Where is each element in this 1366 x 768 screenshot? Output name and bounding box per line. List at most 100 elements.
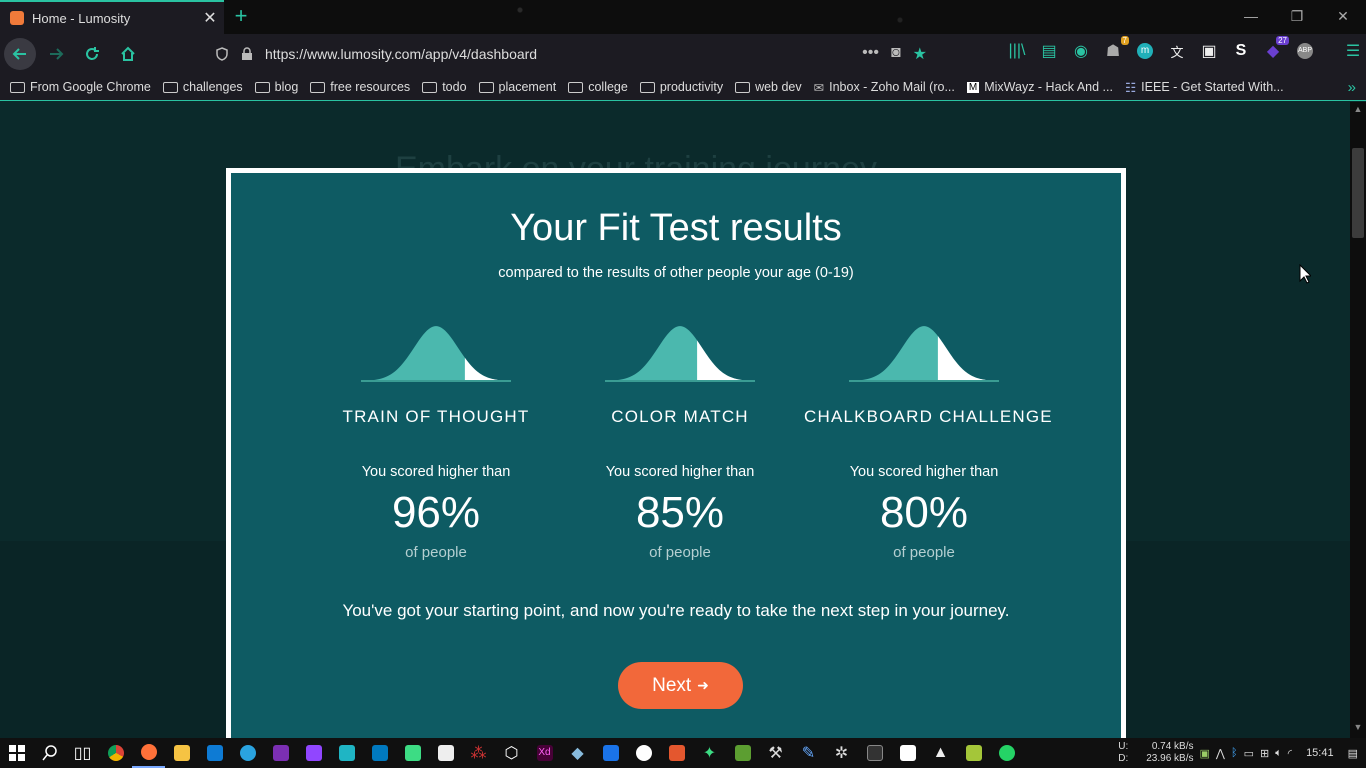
upload-speed: 0.74 kB/s xyxy=(1151,741,1194,752)
mercury-extension-icon[interactable]: m xyxy=(1133,39,1157,63)
file-explorer-icon[interactable] xyxy=(165,738,198,768)
chevron-double-right-icon[interactable]: » xyxy=(1348,79,1356,96)
folder-icon xyxy=(254,81,270,93)
app-teal-icon[interactable] xyxy=(330,738,363,768)
ghostery-icon[interactable]: ☗ 7 xyxy=(1101,36,1129,63)
scroll-thumb[interactable] xyxy=(1352,148,1364,238)
bookmark-free-resources[interactable]: free resources xyxy=(310,80,410,94)
minimize-button[interactable]: — xyxy=(1228,0,1274,32)
bookmark-placement[interactable]: placement xyxy=(478,80,556,94)
menu-hamburger-icon[interactable]: ☰ xyxy=(1341,39,1365,63)
account-icon[interactable]: ◉ xyxy=(1069,39,1093,63)
telegram-icon[interactable] xyxy=(231,738,264,768)
onenote-icon[interactable] xyxy=(264,738,297,768)
library-icon[interactable]: |||\ xyxy=(1005,39,1029,63)
bookmark-label: free resources xyxy=(330,80,411,94)
address-bar[interactable]: https://www.lumosity.com/app/v4/dashboar… xyxy=(205,39,935,69)
app-blue-icon[interactable] xyxy=(594,738,627,768)
bookmark-productivity[interactable]: productivity xyxy=(639,80,723,94)
app-dots-icon[interactable]: ⁂ xyxy=(462,738,495,768)
percentile-value: 80% xyxy=(879,488,969,537)
app-u-icon[interactable] xyxy=(891,738,924,768)
sidebar-icon[interactable]: ▤ xyxy=(1037,39,1061,63)
app-triangle-icon[interactable]: ▲ xyxy=(924,738,957,768)
tray-chevron-icon[interactable]: ⋀ xyxy=(1216,747,1225,760)
whatsapp-icon[interactable] xyxy=(990,738,1023,768)
lock-icon[interactable] xyxy=(241,47,253,61)
notifications-icon[interactable]: ▤ xyxy=(1348,747,1358,760)
vscode-icon[interactable] xyxy=(198,738,231,768)
windows-security-icon[interactable]: ⊞ xyxy=(1260,747,1269,760)
close-window-button[interactable]: ✕ xyxy=(1320,0,1366,32)
bookmark-challenges[interactable]: challenges xyxy=(162,80,243,94)
bell-curve-icon xyxy=(361,326,511,382)
mixwayz-icon: M xyxy=(966,81,980,93)
adblock-plus-icon[interactable]: ABP xyxy=(1293,39,1317,63)
tray-app-icon[interactable]: ▣ xyxy=(1200,747,1210,760)
app-bug-icon[interactable]: ✲ xyxy=(825,738,858,768)
zoho-mail-icon: ✉ xyxy=(813,80,825,95)
trello-icon[interactable] xyxy=(363,738,396,768)
app-white-icon[interactable] xyxy=(429,738,462,768)
bookmark-blog[interactable]: blog xyxy=(254,80,299,94)
gem-extension-icon[interactable]: ◆ 27 xyxy=(1261,36,1289,63)
volume-icon[interactable]: 🔈︎ xyxy=(1275,747,1282,760)
terminal-icon[interactable] xyxy=(858,738,891,768)
bookmark-star-icon[interactable]: ★ xyxy=(913,44,927,64)
restore-button[interactable]: ❐ xyxy=(1274,0,1320,32)
bookmark-college[interactable]: college xyxy=(568,80,628,94)
chrome-icon[interactable] xyxy=(99,738,132,768)
result-column-chalkboard-challenge: CHALKBOARD CHALLENGE You scored higher t… xyxy=(804,325,1052,561)
bookmark-todo[interactable]: todo xyxy=(422,80,467,94)
scroll-down-icon[interactable]: ▼ xyxy=(1350,722,1366,736)
search-icon[interactable] xyxy=(33,738,66,768)
pocket-icon[interactable]: ◙ xyxy=(891,44,901,64)
s-extension-icon[interactable]: S xyxy=(1229,39,1253,63)
screenshot-icon[interactable]: ▣ xyxy=(1197,39,1221,63)
app-eye-icon[interactable]: ◆ xyxy=(561,738,594,768)
new-tab-button[interactable]: + xyxy=(230,5,252,27)
of-people-label: of people xyxy=(405,544,467,561)
translate-icon[interactable]: 文 xyxy=(1165,39,1189,63)
adobe-xd-icon[interactable]: Xd xyxy=(528,738,561,768)
bookmark-label: web dev xyxy=(755,80,802,94)
clock[interactable]: 15:41 xyxy=(1306,747,1334,759)
scroll-up-icon[interactable]: ▲ xyxy=(1350,104,1366,118)
battery-icon[interactable]: ▭ xyxy=(1244,747,1254,760)
android-studio-icon[interactable] xyxy=(396,738,429,768)
more-actions-icon[interactable]: ••• xyxy=(862,44,879,64)
bluetooth-icon[interactable]: ᛒ xyxy=(1231,747,1238,759)
active-tab[interactable]: Home - Lumosity ✕ xyxy=(0,0,224,34)
bookmark-zoho-mail[interactable]: ✉ Inbox - Zoho Mail (ro... xyxy=(814,80,955,95)
shield-icon[interactable] xyxy=(215,47,229,61)
folder-icon xyxy=(735,81,751,93)
virtualbox-icon[interactable]: ⬡ xyxy=(495,738,528,768)
firefox-icon[interactable] xyxy=(132,738,165,768)
app-orange-icon[interactable] xyxy=(660,738,693,768)
back-button[interactable] xyxy=(4,38,36,70)
next-button[interactable]: Next ➜ xyxy=(618,662,743,709)
bookmark-mixwayz[interactable]: M MixWayz - Hack And ... xyxy=(966,80,1113,94)
app-wrench-icon[interactable]: ✎ xyxy=(792,738,825,768)
arrow-right-icon xyxy=(50,48,64,60)
close-tab-icon[interactable]: ✕ xyxy=(196,8,224,28)
bookmark-from-google-chrome[interactable]: From Google Chrome xyxy=(10,80,151,94)
task-view-icon[interactable]: ▯▯ xyxy=(66,738,99,768)
app-green-bolt-icon[interactable]: ✦ xyxy=(693,738,726,768)
home-button[interactable] xyxy=(112,38,144,70)
network-speed: 0.74 kB/s 23.96 kB/s xyxy=(1146,741,1193,765)
windows-start-icon[interactable] xyxy=(0,738,33,768)
twitch-icon[interactable] xyxy=(297,738,330,768)
app-grid-icon[interactable] xyxy=(726,738,759,768)
page-scrollbar[interactable]: ▲ ▼ xyxy=(1350,102,1366,738)
app-lime-icon[interactable] xyxy=(957,738,990,768)
bookmark-ieee[interactable]: ☷ IEEE - Get Started With... xyxy=(1125,80,1284,95)
app-ball-icon[interactable] xyxy=(627,738,660,768)
wifi-icon[interactable]: ◜ xyxy=(1288,747,1292,760)
bookmark-label: blog xyxy=(274,80,299,94)
reload-button[interactable] xyxy=(76,38,108,70)
bookmark-web-dev[interactable]: web dev xyxy=(735,80,802,94)
bookmark-label: MixWayz - Hack And ... xyxy=(984,80,1113,94)
app-tools-icon[interactable]: ⚒ xyxy=(759,738,792,768)
forward-button[interactable] xyxy=(40,38,72,70)
